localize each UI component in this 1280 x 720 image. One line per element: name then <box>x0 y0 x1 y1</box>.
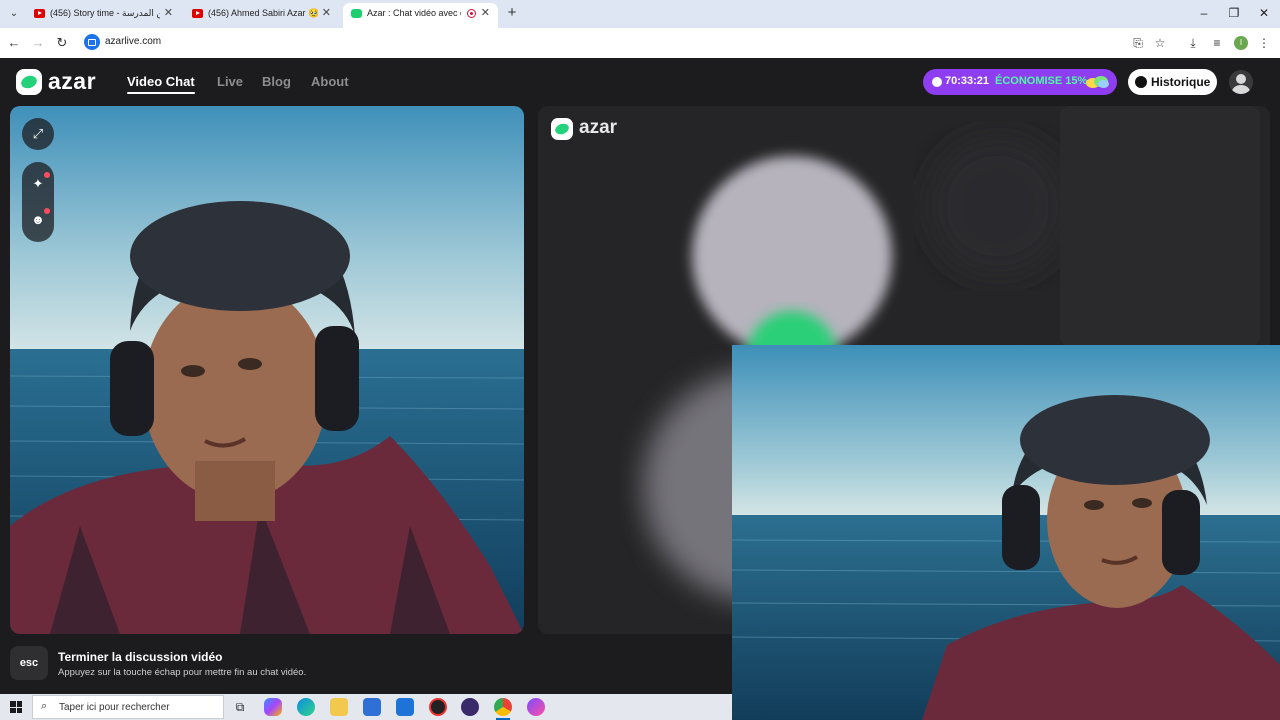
close-window-icon[interactable]: ✕ <box>1256 6 1272 20</box>
site-header: azar Video Chat Live Blog About 70:33:21… <box>0 58 1280 106</box>
screen: ⌄ (456) Story time - إيش تعلمنا من المدر… <box>0 0 1280 720</box>
nav-blog[interactable]: Blog <box>262 74 291 89</box>
browser-toolbar: ← → ↻ azarlive.com ⎘ ☆ ⤓ ≡ I ⋮ <box>0 28 1280 58</box>
forward-arrow-icon[interactable]: → <box>30 35 46 51</box>
browser-tab-azar[interactable]: Azar : Chat vidéo avec de nouveaux ✕ <box>343 3 498 28</box>
effects-toolbar: ✦ ☻ <box>22 162 54 242</box>
back-arrow-icon[interactable]: ← <box>6 35 22 51</box>
partner-azar-logo-icon <box>551 118 573 140</box>
notification-dot <box>44 208 50 214</box>
app-icon[interactable] <box>461 698 479 716</box>
taskbar-search[interactable]: ⌕ Taper ici pour rechercher <box>32 695 224 719</box>
downloads-icon[interactable]: ⤓ <box>1185 35 1201 51</box>
chrome-icon[interactable] <box>494 698 512 720</box>
mail-icon[interactable] <box>396 698 414 716</box>
nav-live[interactable]: Live <box>217 74 243 89</box>
browser-profile-avatar[interactable]: I <box>1234 36 1248 50</box>
browser-menu-icon[interactable]: ⋮ <box>1256 35 1272 51</box>
browser-tab-strip: ⌄ (456) Story time - إيش تعلمنا من المدر… <box>0 0 1280 28</box>
new-tab-button[interactable]: + <box>505 5 519 21</box>
overlay-camera-video <box>732 345 1280 720</box>
tab-title: (456) Story time - إيش تعلمنا من المدرسة <box>50 8 160 18</box>
history-label: Historique <box>1151 75 1211 89</box>
minimize-icon[interactable]: – <box>1196 6 1212 20</box>
esc-key-badge[interactable]: esc <box>10 646 48 680</box>
copilot-icon[interactable] <box>264 698 282 716</box>
install-app-icon[interactable]: ⎘ <box>1130 35 1146 51</box>
end-chat-title: Terminer la discussion vidéo <box>58 650 223 664</box>
tab-title: Azar : Chat vidéo avec de nouveaux <box>367 8 461 18</box>
edge-browser-icon[interactable] <box>297 698 315 716</box>
tab-search-chevron-icon[interactable]: ⌄ <box>6 6 22 22</box>
expand-icon[interactable]: ⤢ <box>22 118 54 150</box>
browser-tab-ahmed-sabiri[interactable]: (456) Ahmed Sabiri Azar 🥹 Ma ✕ <box>184 3 339 25</box>
partner-azar-logo-text: azar <box>579 117 618 138</box>
restore-icon[interactable]: ❐ <box>1226 6 1242 20</box>
overlay-camera-feed-image <box>732 345 1280 720</box>
youtube-icon <box>192 9 203 18</box>
browser-tab-story-time[interactable]: (456) Story time - إيش تعلمنا من المدرسة… <box>26 3 181 25</box>
nav-about[interactable]: About <box>311 74 349 89</box>
azar-logo-text[interactable]: azar <box>48 68 96 95</box>
search-icon: ⌕ <box>41 700 48 712</box>
azar-logo-icon[interactable] <box>16 69 42 95</box>
taskbar-search-placeholder: Taper ici pour rechercher <box>59 702 170 713</box>
promo-label: ÉCONOMISE 15% <box>995 75 1088 87</box>
windows-taskbar: ⌕ Taper ici pour rechercher ⧉ <box>0 694 732 720</box>
notification-dot <box>44 172 50 178</box>
clock-icon <box>932 77 942 87</box>
youtube-icon <box>34 9 45 18</box>
recorder-app-icon[interactable] <box>429 698 447 716</box>
windows-start-icon[interactable] <box>10 701 22 713</box>
gem-clouds-icon <box>1086 75 1110 89</box>
bookmark-star-icon[interactable]: ☆ <box>1152 35 1168 51</box>
task-view-icon[interactable]: ⧉ <box>231 698 249 716</box>
side-panel <box>1060 106 1260 346</box>
reload-icon[interactable]: ↻ <box>54 35 70 51</box>
user-avatar[interactable] <box>1229 70 1253 94</box>
promo-timer: 70:33:21 <box>945 75 990 87</box>
promo-badge[interactable]: 70:33:21 ÉCONOMISE 15% <box>923 69 1117 95</box>
tab-close-icon[interactable]: ✕ <box>481 6 490 19</box>
file-explorer-icon[interactable] <box>330 698 348 716</box>
end-chat-subtitle: Appuyez sur la touche échap pour mettre … <box>58 667 307 678</box>
self-camera-video: ⤢ ✦ ☻ <box>10 106 524 634</box>
media-controls-icon[interactable]: ≡ <box>1209 35 1225 51</box>
tab-close-icon[interactable]: ✕ <box>322 6 331 19</box>
camera-feed-image <box>10 106 524 634</box>
history-button[interactable]: Historique <box>1128 69 1217 95</box>
microsoft-store-icon[interactable] <box>363 698 381 716</box>
messenger-icon[interactable] <box>527 698 545 716</box>
tab-close-icon[interactable]: ✕ <box>164 6 173 19</box>
azar-icon <box>351 9 362 18</box>
recording-indicator-icon <box>467 9 476 18</box>
tab-title: (456) Ahmed Sabiri Azar 🥹 Ma <box>208 8 318 18</box>
address-bar-url[interactable]: azarlive.com <box>105 36 161 47</box>
site-info-icon[interactable] <box>84 34 100 50</box>
nav-video-chat[interactable]: Video Chat <box>127 74 195 94</box>
history-clock-icon <box>1135 76 1147 88</box>
